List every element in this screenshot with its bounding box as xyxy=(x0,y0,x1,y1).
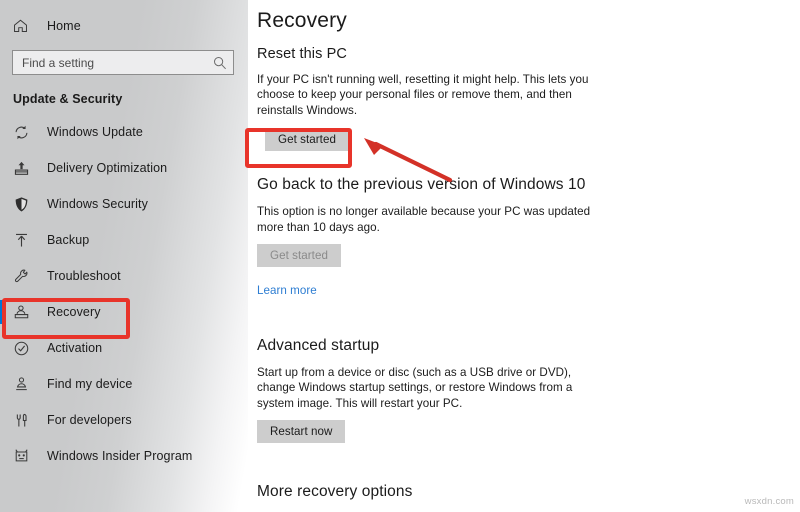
insider-bug-icon xyxy=(13,446,35,466)
sidebar-item-delivery-optimization[interactable]: Delivery Optimization xyxy=(0,150,248,186)
sidebar-item-home[interactable]: Home xyxy=(0,11,248,41)
sidebar-section-title: Update & Security xyxy=(13,92,123,106)
home-icon xyxy=(13,16,35,36)
sidebar-item-windows-insider-program[interactable]: Windows Insider Program xyxy=(0,438,248,474)
sidebar-item-label: Activation xyxy=(47,341,103,355)
upload-arrow-icon xyxy=(13,230,35,250)
go-back-description: This option is no longer available becau… xyxy=(257,205,591,234)
sidebar-item-for-developers[interactable]: For developers xyxy=(0,402,248,438)
sidebar-item-label: Delivery Optimization xyxy=(47,161,168,175)
sidebar-item-label: Find my device xyxy=(47,377,133,391)
search-icon[interactable] xyxy=(213,56,227,70)
advanced-startup-heading: Advanced startup xyxy=(257,337,380,355)
more-recovery-options-heading: More recovery options xyxy=(257,483,413,501)
recovery-icon xyxy=(13,302,35,322)
advanced-startup-section: Advanced startup Start up from a device … xyxy=(257,337,800,444)
more-recovery-options-section: More recovery options xyxy=(257,483,800,501)
sync-icon xyxy=(13,122,35,142)
upload-box-icon xyxy=(13,158,35,178)
reset-this-pc-get-started-button[interactable]: Get started xyxy=(265,128,349,152)
wrench-icon xyxy=(13,266,35,286)
tools-icon xyxy=(13,410,35,430)
learn-more-link[interactable]: Learn more xyxy=(257,284,317,297)
go-back-section: Go back to the previous version of Windo… xyxy=(257,176,800,299)
go-back-heading: Go back to the previous version of Windo… xyxy=(257,176,586,194)
sidebar-item-label: Windows Update xyxy=(47,125,143,139)
search-box[interactable] xyxy=(12,50,234,75)
reset-this-pc-section: Reset this PC If your PC isn't running w… xyxy=(257,46,800,152)
sidebar-nav: Windows Update Delivery Optimization Win… xyxy=(0,114,248,474)
sidebar-item-label: Recovery xyxy=(47,305,101,319)
sidebar-item-windows-security[interactable]: Windows Security xyxy=(0,186,248,222)
sidebar-item-home-label: Home xyxy=(47,19,81,33)
sidebar-item-recovery[interactable]: Recovery xyxy=(0,294,248,330)
reset-this-pc-description: If your PC isn't running well, resetting… xyxy=(257,73,589,117)
sidebar-item-label: Backup xyxy=(47,233,90,247)
sidebar-item-find-my-device[interactable]: Find my device xyxy=(0,366,248,402)
sidebar-item-label: For developers xyxy=(47,413,132,427)
reset-this-pc-heading: Reset this PC xyxy=(257,46,347,62)
check-circle-icon xyxy=(13,338,35,358)
settings-window: Home Update & Security xyxy=(0,0,800,512)
person-pin-icon xyxy=(13,374,35,394)
page-title: Recovery xyxy=(257,9,347,32)
go-back-get-started-button: Get started xyxy=(257,244,341,268)
restart-now-button[interactable]: Restart now xyxy=(257,420,346,444)
sidebar-item-label: Windows Security xyxy=(47,197,148,211)
search-input[interactable] xyxy=(22,51,213,74)
advanced-startup-description: Start up from a device or disc (such as … xyxy=(257,366,573,410)
sidebar-item-troubleshoot[interactable]: Troubleshoot xyxy=(0,258,248,294)
shield-icon xyxy=(13,194,35,214)
sidebar-item-label: Troubleshoot xyxy=(47,269,121,283)
sidebar: Home Update & Security xyxy=(0,0,248,512)
sidebar-item-activation[interactable]: Activation xyxy=(0,330,248,366)
sidebar-item-windows-update[interactable]: Windows Update xyxy=(0,114,248,150)
sidebar-item-label: Windows Insider Program xyxy=(47,449,193,463)
watermark: wsxdn.com xyxy=(744,496,794,507)
sidebar-item-backup[interactable]: Backup xyxy=(0,222,248,258)
main-content: Recovery Reset this PC If your PC isn't … xyxy=(248,0,800,512)
